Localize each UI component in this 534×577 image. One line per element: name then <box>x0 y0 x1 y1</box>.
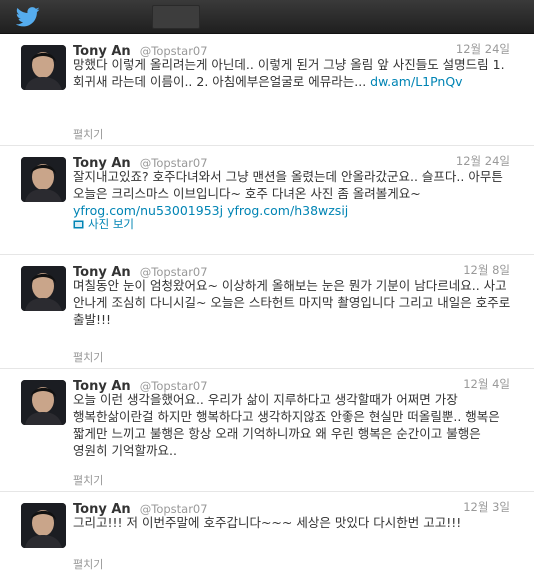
tweet-time[interactable]: 12월 4일 <box>463 376 510 392</box>
tweet-header: Tony An @Topstar07 <box>73 375 208 394</box>
avatar-image <box>21 266 66 311</box>
tweet-header: Tony An @Topstar07 <box>73 498 208 517</box>
expand-link[interactable]: 펼치기 <box>73 472 103 488</box>
avatar[interactable] <box>21 380 66 425</box>
tweet-header: Tony An @Topstar07 <box>73 152 208 171</box>
tweet[interactable]: Tony An @Topstar07 12월 24일 잘지내고있죠? 호주다녀와… <box>0 146 534 255</box>
tweet[interactable]: Tony An @Topstar07 12월 8일 며칠동안 눈이 엄청왔어요~… <box>0 255 534 369</box>
view-photo-link[interactable]: 사진 보기 <box>73 216 134 232</box>
topbar-search-box[interactable] <box>152 5 200 29</box>
tweet-text: 며칠동안 눈이 엄청왔어요~ 이상하게 올해보는 눈은 뭔가 기분이 남다르네요… <box>73 278 511 327</box>
timeline: Tony An @Topstar07 12월 24일 망했다 이렇게 올리려는게… <box>0 34 534 577</box>
tweet-header: Tony An @Topstar07 <box>73 261 208 280</box>
photo-icon <box>73 220 84 228</box>
avatar[interactable] <box>21 157 66 202</box>
tweet-time[interactable]: 12월 3일 <box>463 499 510 515</box>
expand-link[interactable]: 펼치기 <box>73 556 103 572</box>
tweet-time[interactable]: 12월 24일 <box>456 153 510 169</box>
avatar-image <box>21 157 66 202</box>
avatar[interactable] <box>21 266 66 311</box>
avatar-image <box>21 503 66 548</box>
tweet-link[interactable]: dw.am/L1PnQv <box>370 74 462 89</box>
tweet-link[interactable]: yfrog.com/h38wzsij <box>227 203 348 218</box>
expand-link[interactable]: 펼치기 <box>73 126 103 142</box>
tweet-header: Tony An @Topstar07 <box>73 40 208 59</box>
tweet-text: 잘지내고있죠? 호주다녀와서 그냥 맨션을 올렸는데 안올라갔군요.. 슬프다.… <box>73 168 513 219</box>
avatar[interactable] <box>21 45 66 90</box>
tweet-text: 그리고!!! 저 이번주말에 호주갑니다~~~ 세상은 맛있다 다시한번 고고!… <box>73 515 462 530</box>
avatar-image <box>21 45 66 90</box>
tweet[interactable]: Tony An @Topstar07 12월 24일 망했다 이렇게 올리려는게… <box>0 34 534 146</box>
expand-link[interactable]: 펼치기 <box>73 349 103 365</box>
tweet[interactable]: Tony An @Topstar07 12월 4일 오늘 이런 생각을했어요..… <box>0 369 534 492</box>
tweet-time[interactable]: 12월 8일 <box>463 262 510 278</box>
avatar[interactable] <box>21 503 66 548</box>
twitter-bird-icon[interactable] <box>16 7 40 27</box>
tweet-body: 잘지내고있죠? 호주다녀와서 그냥 맨션을 올렸는데 안올라갔군요.. 슬프다.… <box>73 169 503 201</box>
avatar-image <box>21 380 66 425</box>
tweet-text: 오늘 이런 생각을했어요.. 우리가 삶이 지루하다고 생각할때가 어쩌면 가장… <box>73 392 500 458</box>
top-bar <box>0 0 534 34</box>
tweet-time[interactable]: 12월 24일 <box>456 41 510 57</box>
tweet[interactable]: Tony An @Topstar07 12월 3일 그리고!!! 저 이번주말에… <box>0 492 534 577</box>
view-photo-label[interactable]: 사진 보기 <box>88 216 134 232</box>
tweet-text: 망했다 이렇게 올리려는게 아닌데.. 이렇게 된거 그냥 올림 앞 사진들도 … <box>73 56 513 90</box>
